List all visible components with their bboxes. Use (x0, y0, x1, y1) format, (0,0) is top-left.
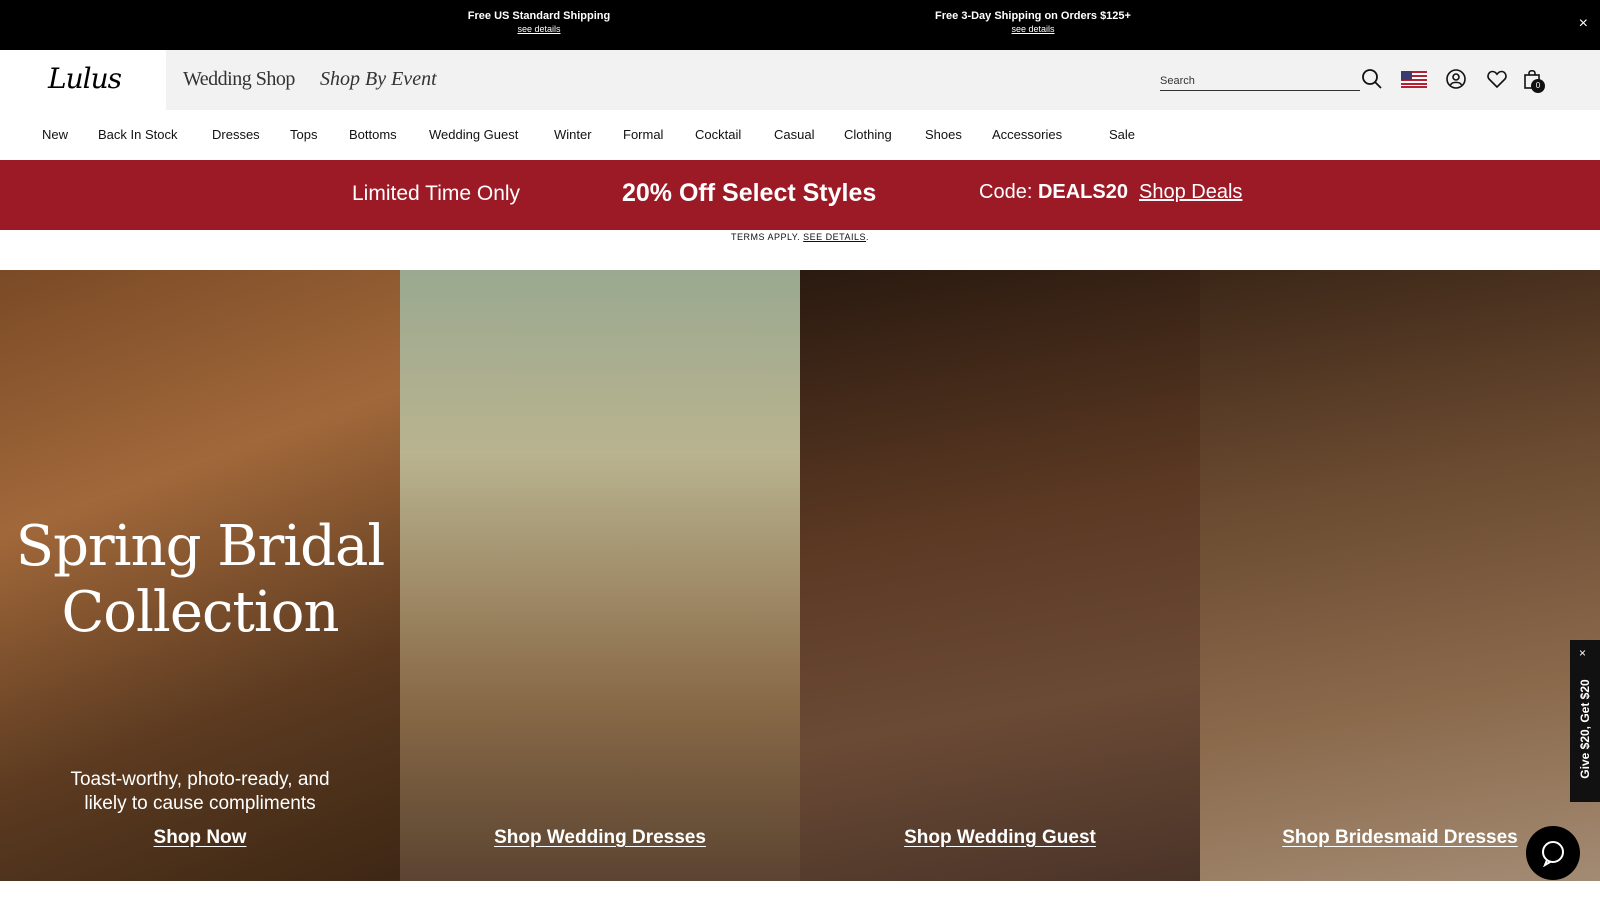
shipping-announcement-bar: Free US Standard Shipping see details Fr… (0, 0, 1600, 50)
nav-item-casual[interactable]: Casual (774, 127, 814, 142)
us-flag-icon[interactable] (1401, 67, 1427, 91)
standard-shipping-title: Free US Standard Shipping (467, 10, 611, 22)
hero-heading-line-1: Spring Bridal (15, 514, 386, 579)
hero-heading-line-2: Collection (61, 580, 339, 645)
see-details-link[interactable]: SEE DETAILS (803, 232, 866, 242)
promo-banner[interactable]: Limited Time Only 20% Off Select Styles … (0, 160, 1600, 230)
wedding-shop-link[interactable]: Wedding Shop (183, 68, 295, 91)
nav-item-wedding-guest[interactable]: Wedding Guest (429, 127, 518, 142)
logo-container: Lulus (0, 50, 166, 110)
shop-deals-link[interactable]: Shop Deals (1139, 181, 1242, 204)
account-icon[interactable] (1444, 67, 1468, 91)
chat-bubble-icon (1539, 839, 1567, 872)
standard-shipping-message: Free US Standard Shipping see details (389, 9, 689, 36)
search-input[interactable] (1160, 69, 1350, 89)
chat-button[interactable] (1526, 826, 1580, 880)
hero-subheading-line-1: Toast-worthy, photo-ready, and (70, 769, 330, 790)
terms-text: TERMS APPLY. (730, 232, 801, 242)
promo-offer: 20% Off Select Styles (622, 179, 877, 207)
hero-heading: Spring Bridal Collection (0, 514, 400, 646)
nav-item-winter[interactable]: Winter (554, 127, 592, 142)
search-box (1160, 69, 1360, 91)
hero-panel-wedding-guest[interactable]: Shop Wedding Guest (800, 270, 1200, 881)
site-header: Lulus Wedding Shop Shop By Event 0 (0, 50, 1600, 110)
hero-panel-bridesmaid-dresses[interactable]: Shop Bridesmaid Dresses (1200, 270, 1600, 881)
hero-panel-bridal-collection[interactable]: Spring Bridal Collection Toast-worthy, p… (0, 270, 400, 881)
main-navigation: New Back In Stock Dresses Tops Bottoms W… (0, 110, 1600, 160)
referral-tab-label: Give $20, Get $20 (1578, 679, 1592, 779)
express-shipping-message: Free 3-Day Shipping on Orders $125+ see … (883, 9, 1183, 36)
nav-item-bottoms[interactable]: Bottoms (349, 127, 397, 142)
cart-count-badge: 0 (1531, 79, 1545, 93)
heart-icon[interactable] (1485, 67, 1509, 91)
shop-now-link[interactable]: Shop Now (0, 827, 400, 849)
hero-subheading: Toast-worthy, photo-ready, and likely to… (0, 768, 400, 816)
nav-item-new[interactable]: New (42, 127, 68, 142)
nav-item-dresses[interactable]: Dresses (212, 127, 260, 142)
express-shipping-title: Free 3-Day Shipping on Orders $125+ (935, 10, 1131, 22)
promo-code: Code: DEALS20 (979, 181, 1128, 204)
shop-by-event-link[interactable]: Shop By Event (320, 68, 437, 91)
shop-wedding-guest-link[interactable]: Shop Wedding Guest (800, 827, 1200, 849)
nav-item-formal[interactable]: Formal (623, 127, 663, 142)
promo-code-value: DEALS20 (1037, 181, 1128, 203)
close-icon[interactable]: × (1579, 646, 1586, 660)
nav-item-tops[interactable]: Tops (290, 127, 317, 142)
promo-limited-time: Limited Time Only (352, 182, 521, 205)
standard-shipping-details-link[interactable]: see details (389, 23, 689, 36)
terms-line: TERMS APPLY. SEE DETAILS. (730, 232, 870, 242)
referral-side-tab[interactable]: × Give $20, Get $20 (1570, 640, 1600, 802)
shop-wedding-dresses-link[interactable]: Shop Wedding Dresses (400, 827, 800, 849)
hero-grid: Spring Bridal Collection Toast-worthy, p… (0, 270, 1600, 881)
nav-item-back-in-stock[interactable]: Back In Stock (98, 127, 177, 142)
search-icon[interactable] (1360, 67, 1384, 91)
nav-item-clothing[interactable]: Clothing (844, 127, 892, 142)
nav-item-accessories[interactable]: Accessories (992, 127, 1062, 142)
hero-subheading-line-2: likely to cause compliments (84, 793, 316, 814)
lulus-logo[interactable]: Lulus (48, 62, 122, 95)
nav-item-sale[interactable]: Sale (1109, 127, 1135, 142)
nav-item-cocktail[interactable]: Cocktail (695, 127, 741, 142)
express-shipping-details-link[interactable]: see details (883, 23, 1183, 36)
nav-item-shoes[interactable]: Shoes (925, 127, 962, 142)
hero-panel-wedding-dresses[interactable]: Shop Wedding Dresses (400, 270, 800, 881)
close-icon[interactable]: × (1579, 15, 1588, 33)
promo-code-label: Code: (979, 181, 1038, 203)
